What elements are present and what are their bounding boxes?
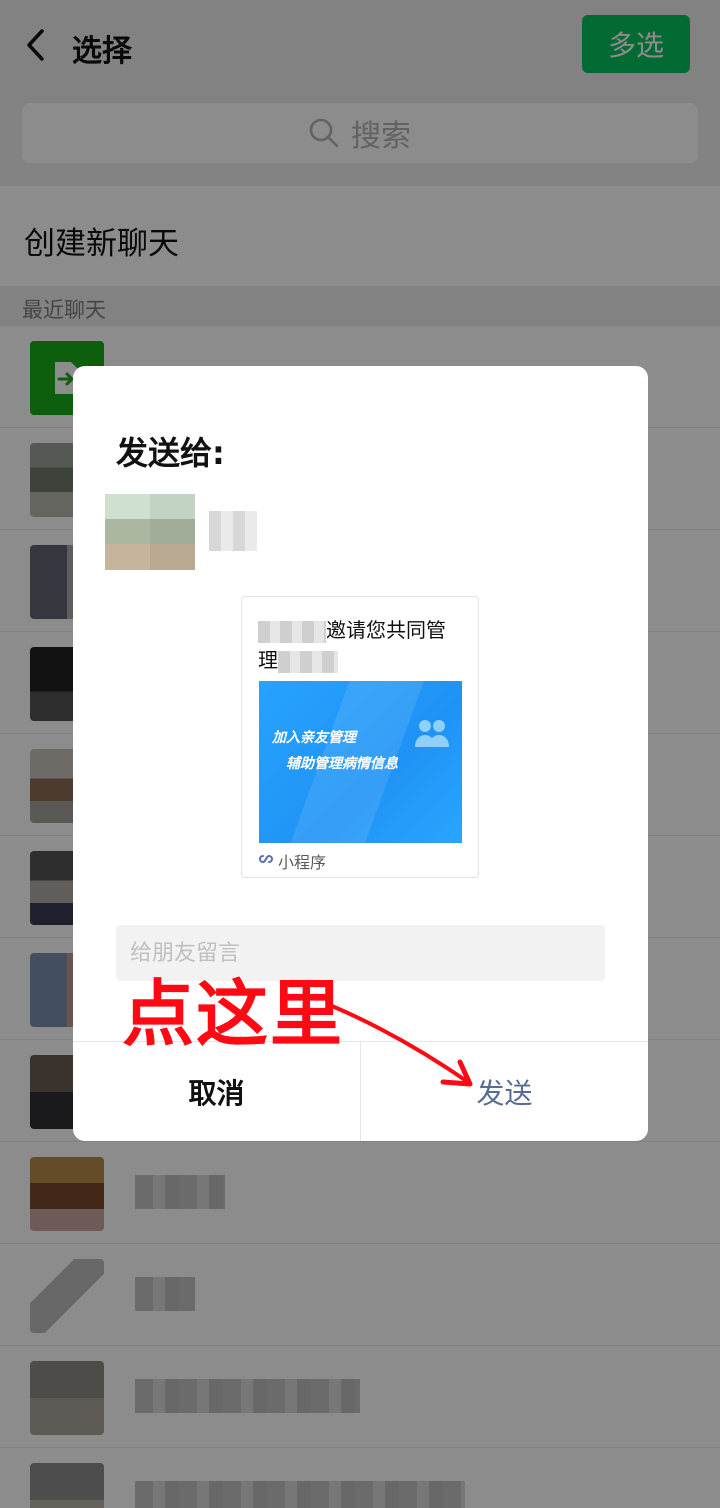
red-arrow-icon [320, 990, 480, 1104]
card-text-part2: 理 [258, 648, 278, 672]
recipient-avatar [105, 494, 195, 570]
card-image-line2: 辅助管理病情信息 [286, 756, 398, 772]
card-text-part1: 邀请您共同管 [326, 618, 446, 642]
dialog-title: 发送给: [116, 434, 225, 472]
card-description: 邀请您共同管 理 [258, 615, 463, 675]
redacted-text [258, 620, 326, 643]
click-here-annotation: 点这里 [122, 972, 345, 1056]
card-image-line1: 加入亲友管理 [272, 730, 356, 746]
card-footer: 小程序 [258, 849, 326, 873]
people-icon [413, 717, 451, 755]
recipient-name-redacted [209, 511, 257, 551]
mini-program-label: 小程序 [278, 853, 327, 872]
redacted-text [278, 650, 338, 673]
mini-program-icon [258, 851, 274, 871]
card-cover-image: 加入亲友管理 辅助管理病情信息 [259, 681, 462, 843]
mini-program-card: 邀请您共同管 理 加入亲友管理 辅助管理病情信息 小程序 [241, 596, 479, 878]
